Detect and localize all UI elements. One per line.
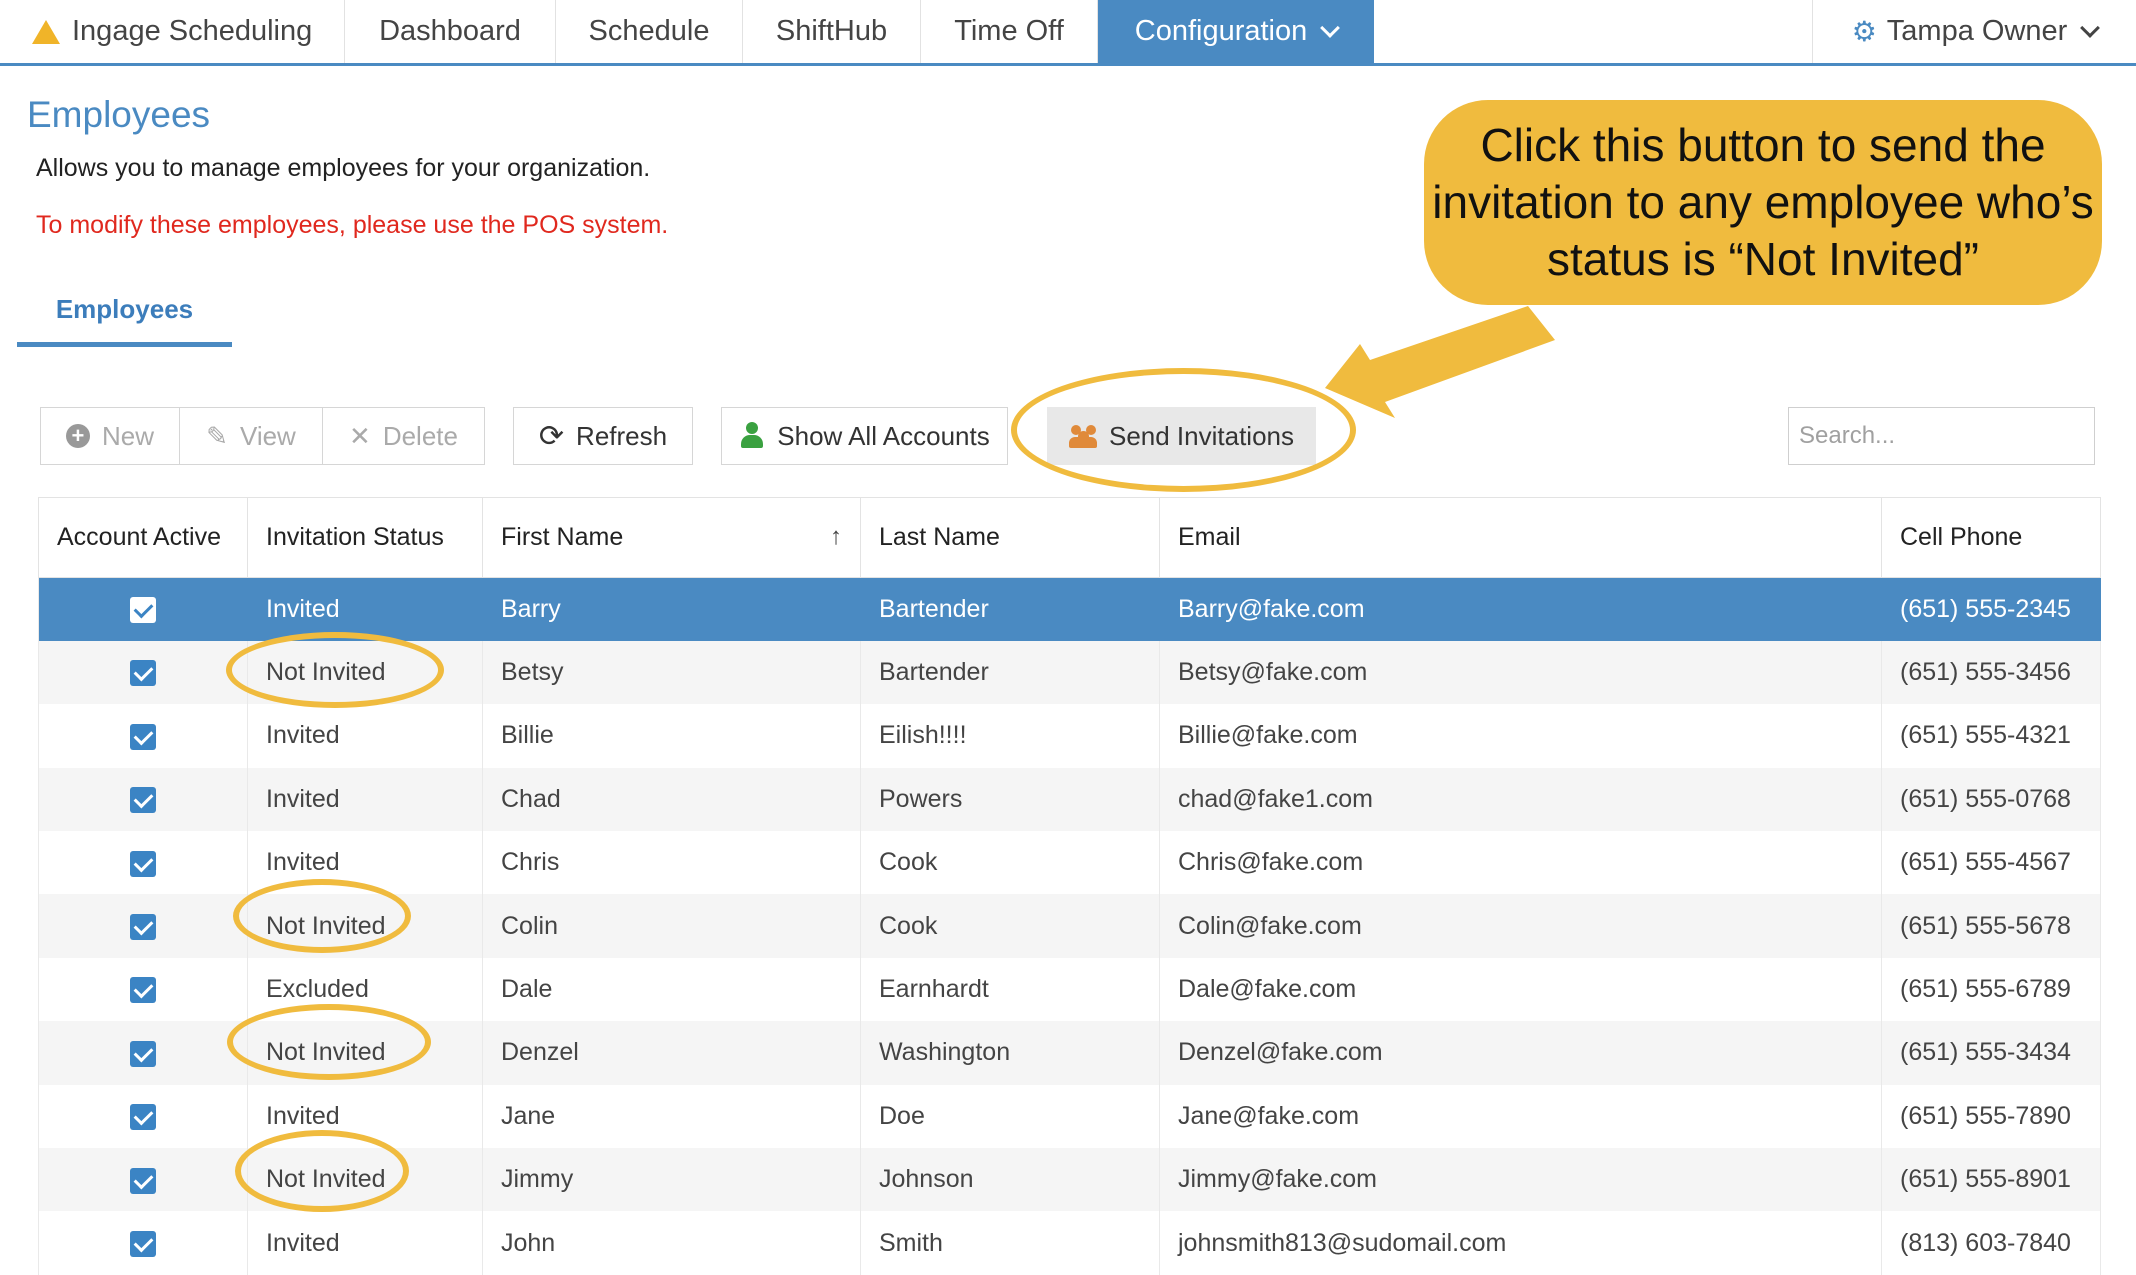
annotation-arrow — [1325, 306, 1555, 418]
